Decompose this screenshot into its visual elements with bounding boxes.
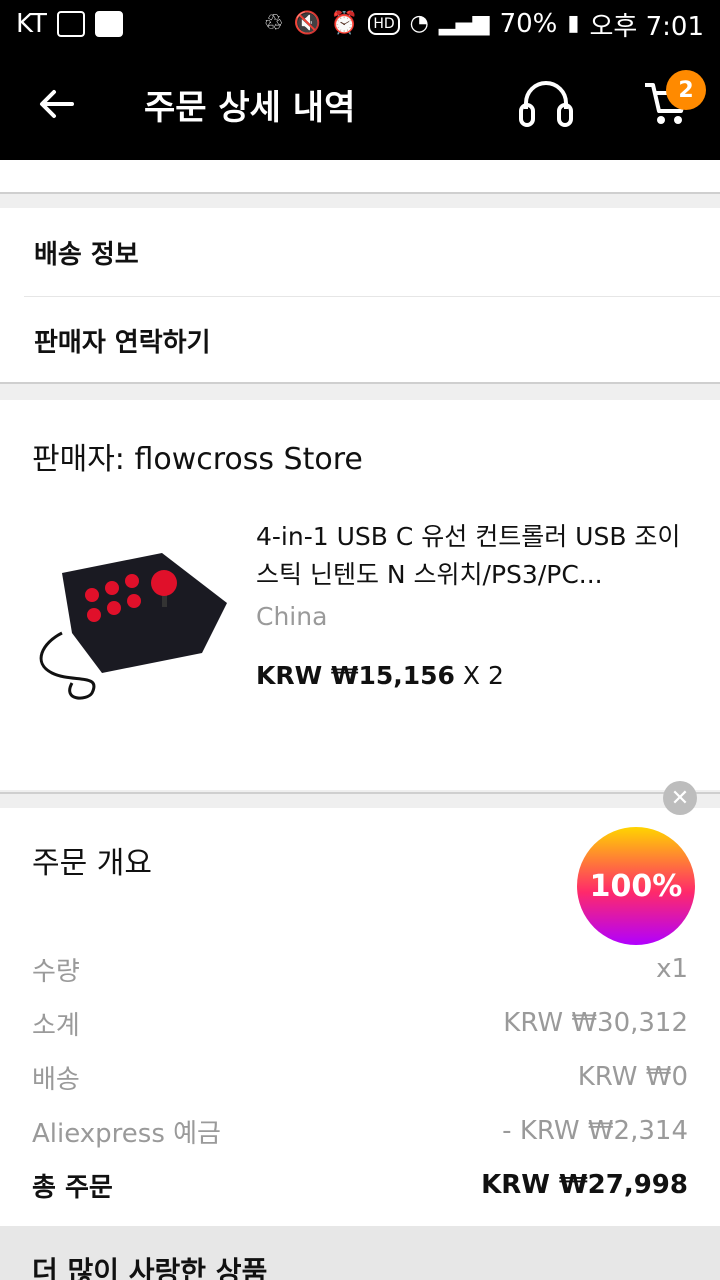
cart-button[interactable]: 2 — [626, 64, 706, 144]
summary-row-deposit: Aliexpress 예금 - KRW ₩2,314 — [0, 1104, 720, 1158]
headset-icon — [519, 81, 573, 127]
arrow-left-icon — [40, 90, 74, 118]
page-title: 주문 상세 내역 — [144, 87, 356, 128]
carrier-label: KT — [16, 9, 47, 39]
shipping-info-label: 배송 정보 — [34, 239, 139, 270]
wifi-icon: ◔ — [409, 11, 429, 36]
summary-row-subtotal: 소계 KRW ₩30,312 — [0, 996, 720, 1050]
divider — [0, 382, 720, 384]
info-rows-card: 배송 정보 판매자 연락하기 — [0, 208, 720, 382]
summary-row-total: 총 주문 KRW ₩27,998 — [0, 1158, 720, 1212]
back-button[interactable] — [0, 48, 112, 160]
promo-bubble-text: 100% — [589, 868, 683, 904]
clock: 오후 7:01 — [589, 11, 705, 42]
app-bar: 주문 상세 내역 2 — [0, 48, 720, 160]
close-promo-button[interactable]: ✕ — [663, 781, 697, 815]
product-price: KRW ₩15,156 X 2 — [256, 661, 688, 690]
divider — [0, 792, 720, 794]
cart-count-badge: 2 — [666, 70, 706, 110]
product-image[interactable] — [32, 518, 232, 718]
shipping-info-row[interactable]: 배송 정보 — [0, 208, 720, 296]
summary-row-quantity: 수량 x1 — [0, 942, 720, 996]
summary-label: 소계 — [32, 1010, 80, 1041]
total-label: 총 주문 — [32, 1172, 113, 1203]
arcade-joystick-icon — [39, 553, 227, 700]
alarm-icon: ⏰ — [330, 11, 359, 36]
divider — [0, 192, 720, 194]
summary-label: 수량 — [32, 956, 80, 987]
order-item-card: 판매자: flowcross Store 4-in-1 USB C 유선 컨트롤… — [0, 400, 720, 790]
quantity-label: X 2 — [462, 661, 504, 690]
summary-value: x1 — [656, 954, 688, 984]
recommended-title: 더 많이 사랑한 상품 — [32, 1255, 268, 1280]
product-item[interactable]: 4-in-1 USB C 유선 컨트롤러 USB 조이스틱 닌텐도 N 스위치/… — [0, 478, 720, 718]
recommended-section: 더 많이 사랑한 상품 — [0, 1226, 720, 1280]
gallery-icon — [56, 11, 85, 37]
status-bar: KT ♲ 🔇 ⏰ HD ◔ ▂▄▆ 70% ▮ 오후 7:01 — [0, 0, 720, 48]
unit-price: KRW ₩15,156 — [256, 661, 455, 690]
battery-icon: ▮ — [567, 11, 580, 36]
hd-icon: HD — [368, 13, 400, 35]
battery-percent: 70% — [499, 9, 558, 39]
signal-icon: ▂▄▆ — [438, 11, 490, 36]
summary-label: 배송 — [32, 1064, 80, 1095]
customer-support-button[interactable] — [506, 64, 586, 144]
smile-app-icon — [94, 11, 123, 37]
close-icon: ✕ — [670, 785, 690, 811]
seller-name[interactable]: 판매자: flowcross Store — [0, 400, 720, 478]
product-origin: China — [256, 602, 328, 631]
total-value: KRW ₩27,998 — [481, 1170, 688, 1200]
summary-value: KRW ₩0 — [577, 1062, 688, 1092]
mute-icon: 🔇 — [293, 11, 321, 36]
recycle-icon: ♲ — [263, 11, 284, 36]
summary-value: KRW ₩30,312 — [503, 1008, 688, 1038]
contact-seller-row[interactable]: 판매자 연락하기 — [24, 296, 720, 384]
summary-value: - KRW ₩2,314 — [502, 1116, 688, 1146]
summary-row-shipping: 배송 KRW ₩0 — [0, 1050, 720, 1104]
promo-bubble[interactable]: 100% — [577, 827, 695, 945]
contact-seller-label: 판매자 연락하기 — [34, 328, 211, 358]
top-strip — [0, 160, 720, 192]
product-name[interactable]: 4-in-1 USB C 유선 컨트롤러 USB 조이스틱 닌텐도 N 스위치/… — [256, 518, 688, 594]
summary-label: Aliexpress 예금 — [32, 1118, 221, 1149]
